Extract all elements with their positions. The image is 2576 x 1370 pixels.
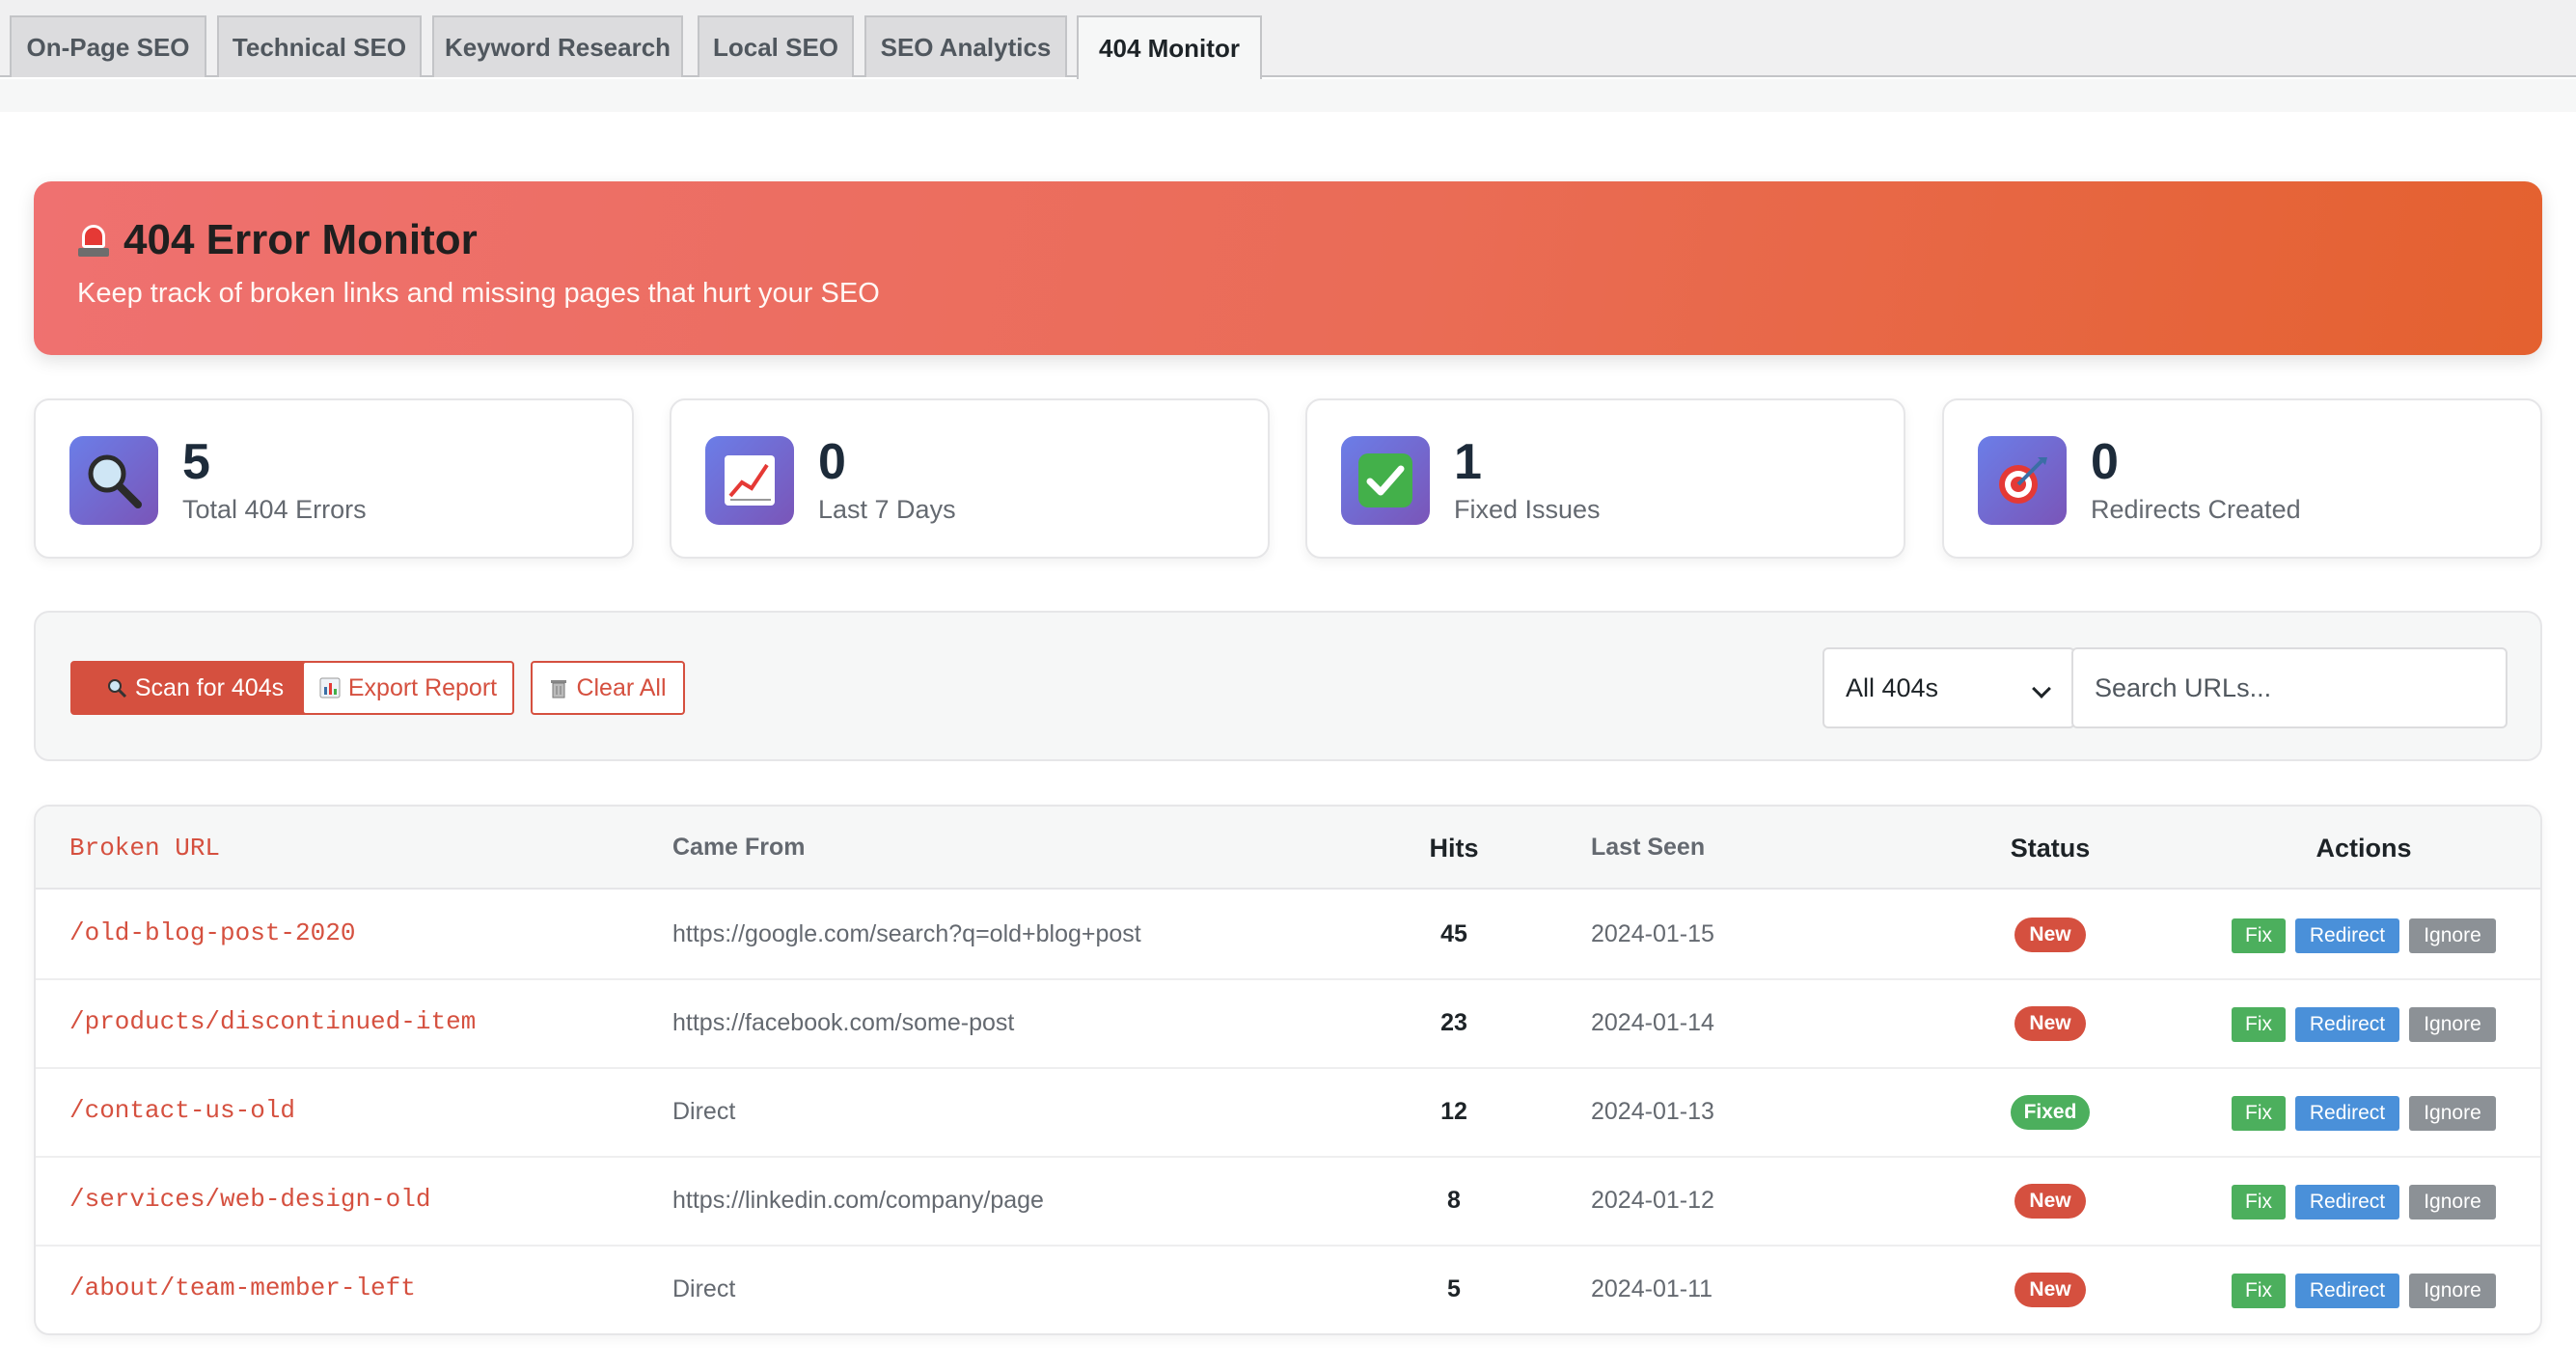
referrer: Direct [672, 1275, 736, 1302]
referrer: https://facebook.com/some-post [672, 1009, 1015, 1036]
tab-404-monitor[interactable]: 404 Monitor [1077, 15, 1262, 79]
col-header-last-seen[interactable]: Last Seen [1591, 834, 1705, 862]
scan-button-label: Scan for 404s [134, 673, 285, 701]
errors-table: Broken URL Came From Hits Last Seen Stat… [34, 805, 2542, 1335]
last-seen: 2024-01-13 [1591, 1098, 1714, 1125]
ignore-button[interactable]: Ignore [2409, 1096, 2496, 1131]
magnifier-icon [69, 436, 158, 525]
trash-icon [551, 680, 567, 699]
stat-card-total-errors: 5 Total 404 Errors [34, 398, 634, 559]
col-header-url[interactable]: Broken URL [69, 834, 220, 863]
target-icon [1978, 436, 2067, 525]
status-badge: Fixed [2011, 1095, 2090, 1130]
broken-url[interactable]: /contact-us-old [69, 1096, 295, 1125]
status-filter-select[interactable]: All 404s [1822, 647, 2075, 728]
table-row: /about/team-member-left Direct 5 2024-01… [36, 1247, 2540, 1333]
check-icon [1341, 436, 1430, 525]
stat-card-last-7-days: 0 Last 7 Days [670, 398, 1270, 559]
clear-all-button[interactable]: Clear All [531, 661, 685, 715]
export-button[interactable]: Export Report [302, 661, 514, 715]
last-seen: 2024-01-14 [1591, 1009, 1714, 1036]
page-background-strip [0, 79, 2576, 112]
broken-url[interactable]: /old-blog-post-2020 [69, 918, 355, 947]
col-header-from[interactable]: Came From [672, 834, 806, 862]
table-row: /products/discontinued-item https://face… [36, 980, 2540, 1069]
redirect-button[interactable]: Redirect [2295, 918, 2399, 953]
bar-chart-icon [319, 677, 341, 699]
ignore-button[interactable]: Ignore [2409, 1274, 2496, 1308]
stat-label: Total 404 Errors [182, 495, 367, 524]
stat-value: 1 [1454, 434, 1482, 490]
stat-label: Fixed Issues [1454, 495, 1601, 524]
hits-count: 45 [1440, 920, 1467, 947]
hits-count: 5 [1447, 1275, 1461, 1302]
stat-value: 0 [2091, 434, 2119, 490]
export-button-label: Export Report [347, 673, 498, 701]
broken-url[interactable]: /services/web-design-old [69, 1185, 430, 1214]
status-badge: New [2014, 1184, 2086, 1219]
ignore-button[interactable]: Ignore [2409, 1007, 2496, 1042]
chevron-down-icon [2032, 679, 2051, 699]
stat-value: 0 [818, 434, 846, 490]
stat-value: 5 [182, 434, 210, 490]
fix-button[interactable]: Fix [2232, 1274, 2286, 1308]
referrer: https://google.com/search?q=old+blog+pos… [672, 920, 1141, 947]
referrer: https://linkedin.com/company/page [672, 1187, 1044, 1214]
status-filter-value: All 404s [1846, 672, 1939, 702]
status-badge: New [2014, 1273, 2086, 1307]
toolbar: Scan for 404s Export Report Clear All Al… [34, 611, 2542, 761]
siren-icon [77, 221, 110, 260]
tab-technical-seo[interactable]: Technical SEO [217, 15, 422, 77]
hits-count: 8 [1447, 1187, 1461, 1214]
page-title: 404 Error Monitor [77, 216, 478, 264]
table-row: /services/web-design-old https://linkedi… [36, 1158, 2540, 1247]
fix-button[interactable]: Fix [2232, 1185, 2286, 1219]
last-seen: 2024-01-15 [1591, 920, 1714, 947]
hits-count: 12 [1440, 1098, 1467, 1125]
table-header: Broken URL Came From Hits Last Seen Stat… [36, 807, 2540, 890]
tab-on-page-seo[interactable]: On-Page SEO [10, 15, 206, 77]
referrer: Direct [672, 1098, 736, 1125]
col-header-hits[interactable]: Hits [1377, 834, 1531, 863]
stat-label: Last 7 Days [818, 495, 956, 524]
col-header-status[interactable]: Status [1954, 834, 2147, 863]
broken-url[interactable]: /about/team-member-left [69, 1274, 416, 1302]
tab-local-seo[interactable]: Local SEO [698, 15, 854, 77]
broken-url[interactable]: /products/discontinued-item [69, 1007, 476, 1036]
scan-button[interactable]: Scan for 404s [70, 661, 319, 715]
stat-card-redirects: 0 Redirects Created [1942, 398, 2542, 559]
ignore-button[interactable]: Ignore [2409, 918, 2496, 953]
fix-button[interactable]: Fix [2232, 1007, 2286, 1042]
status-badge: New [2014, 918, 2086, 952]
fix-button[interactable]: Fix [2232, 918, 2286, 953]
tab-bar: On-Page SEO Technical SEO Keyword Resear… [0, 0, 2576, 79]
search-input[interactable] [2071, 647, 2507, 728]
col-header-actions: Actions [2316, 834, 2412, 863]
redirect-button[interactable]: Redirect [2295, 1185, 2399, 1219]
page-title-text: 404 Error Monitor [123, 216, 478, 263]
stat-label: Redirects Created [2091, 495, 2301, 524]
redirect-button[interactable]: Redirect [2295, 1096, 2399, 1131]
tab-keyword-research[interactable]: Keyword Research [432, 15, 683, 77]
redirect-button[interactable]: Redirect [2295, 1274, 2399, 1308]
ignore-button[interactable]: Ignore [2409, 1185, 2496, 1219]
clear-all-button-label: Clear All [576, 673, 667, 701]
chart-up-icon [705, 436, 794, 525]
redirect-button[interactable]: Redirect [2295, 1007, 2399, 1042]
table-row: /contact-us-old Direct 12 2024-01-13 Fix… [36, 1069, 2540, 1158]
stat-card-fixed-issues: 1 Fixed Issues [1305, 398, 1905, 559]
last-seen: 2024-01-12 [1591, 1187, 1714, 1214]
hero-banner: 404 Error Monitor Keep track of broken l… [34, 181, 2542, 355]
hits-count: 23 [1440, 1009, 1467, 1036]
fix-button[interactable]: Fix [2232, 1096, 2286, 1131]
tab-seo-analytics[interactable]: SEO Analytics [864, 15, 1067, 77]
table-row: /old-blog-post-2020 https://google.com/s… [36, 891, 2540, 980]
page-subtitle: Keep track of broken links and missing p… [77, 278, 880, 309]
magnifier-icon [107, 679, 126, 699]
last-seen: 2024-01-11 [1591, 1275, 1713, 1302]
status-badge: New [2014, 1006, 2086, 1041]
